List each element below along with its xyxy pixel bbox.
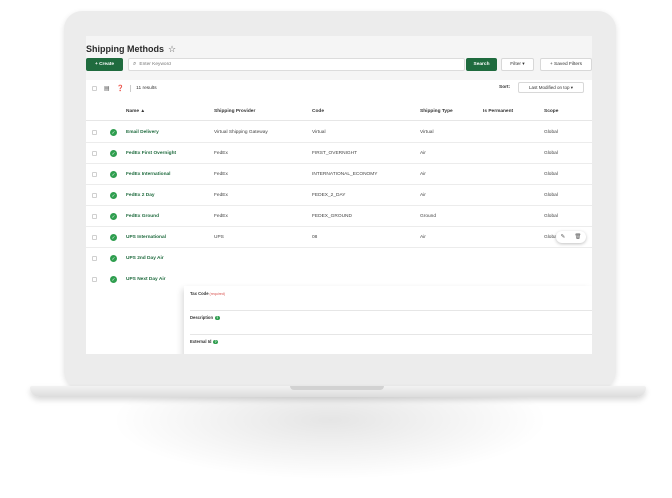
external-id-label-text: External Id: [190, 339, 212, 344]
row-scope: Global: [544, 193, 558, 198]
star-outline-icon[interactable]: ☆: [168, 44, 176, 55]
row-code: 08: [312, 235, 318, 240]
row-code: FIRST_OVERNIGHT: [312, 151, 358, 156]
row-checkbox[interactable]: [92, 235, 97, 240]
column-header-permanent[interactable]: Is Permanent: [483, 109, 513, 114]
row-checkbox[interactable]: [92, 214, 97, 219]
row-provider: FedEx: [214, 151, 228, 156]
column-header-code[interactable]: Code: [312, 109, 324, 114]
row-name[interactable]: FedEx First Overnight: [126, 151, 176, 156]
check-circle-icon: ✓: [110, 171, 117, 178]
row-provider: FedEx: [214, 214, 228, 219]
row-checkbox[interactable]: [92, 277, 97, 282]
check-circle-icon: ✓: [110, 150, 117, 157]
row-provider: FedEx: [214, 193, 228, 198]
row-checkbox[interactable]: [92, 130, 97, 135]
tax-code-label-text: Tax Code: [190, 291, 209, 296]
row-provider: Virtual Shipping Gateway: [214, 130, 268, 135]
column-header-type[interactable]: Shipping Type: [420, 109, 453, 114]
column-header-scope[interactable]: Scope: [544, 109, 558, 114]
row-scope: Global: [544, 151, 558, 156]
table-row[interactable]: ✓ FedEx 2 Day FedEx FEDEX_2_DAY Air Glob…: [86, 185, 592, 206]
description-label: Description?: [190, 315, 220, 321]
tax-code-label: Tax Code(required): [190, 291, 225, 296]
check-circle-icon: ✓: [110, 213, 117, 220]
table-row[interactable]: ✓ FedEx International FedEx INTERNATIONA…: [86, 164, 592, 185]
divider: [130, 84, 132, 92]
table-row[interactable]: ✓ UPS International UPS 08 Air Global ✎ …: [86, 227, 592, 248]
sort-label: Sort:: [499, 85, 511, 90]
filter-button[interactable]: Filter ▾: [501, 58, 534, 71]
page-title: Shipping Methods: [86, 44, 164, 54]
row-scope: Global: [544, 130, 558, 135]
check-circle-icon: ✓: [110, 276, 117, 283]
check-circle-icon: ✓: [110, 129, 117, 136]
table-row[interactable]: ✓ FedEx First Overnight FedEx FIRST_OVER…: [86, 143, 592, 164]
row-name[interactable]: Email Delivery: [126, 130, 159, 135]
column-header-provider[interactable]: Shipping Provider: [214, 109, 255, 114]
info-icon[interactable]: ?: [213, 339, 218, 345]
row-type: Air: [420, 151, 426, 156]
table-row[interactable]: ✓ FedEx Ground FedEx FEDEX_GROUND Ground…: [86, 206, 592, 227]
select-all-checkbox[interactable]: [92, 85, 97, 91]
saved-filters-button[interactable]: + Saved Filters: [540, 58, 592, 71]
row-checkbox[interactable]: [92, 172, 97, 177]
row-name[interactable]: UPS Next Day Air: [126, 277, 166, 282]
trash-icon[interactable]: 🗑: [574, 234, 581, 240]
toolbar: + Create ⌕ Search Filter ▾ + Saved Filte…: [86, 58, 592, 72]
description-field[interactable]: [190, 334, 592, 335]
sort-select[interactable]: Last Modified on top ▾: [518, 82, 584, 93]
row-type: Air: [420, 193, 426, 198]
info-icon[interactable]: ?: [215, 315, 220, 321]
summary-row: ▤ ❓ 11 results Sort: Last Modified on to…: [86, 80, 592, 96]
row-name[interactable]: FedEx 2 Day: [126, 193, 155, 198]
row-name[interactable]: UPS International: [126, 235, 166, 240]
detail-panel: Tax Code(required) Description? External…: [184, 286, 592, 354]
row-code: FEDEX_GROUND: [312, 214, 352, 219]
row-scope: Global: [544, 214, 558, 219]
pencil-icon[interactable]: ✎: [561, 234, 566, 240]
row-type: Virtual: [420, 130, 434, 135]
column-header-name[interactable]: Name ▲: [126, 109, 145, 114]
search-box[interactable]: ⌕: [128, 58, 465, 71]
row-code: Virtual: [312, 130, 326, 135]
tax-code-field[interactable]: [190, 310, 592, 311]
search-button[interactable]: Search: [466, 58, 497, 71]
laptop-notch: [290, 386, 384, 390]
row-code: INTERNATIONAL_ECONOMY: [312, 172, 378, 177]
row-provider: UPS: [214, 235, 224, 240]
row-name[interactable]: FedEx Ground: [126, 214, 159, 219]
row-type: Ground: [420, 214, 436, 219]
help-icon[interactable]: ❓: [117, 85, 124, 92]
row-code: FEDEX_2_DAY: [312, 193, 346, 198]
description-label-text: Description: [190, 315, 214, 320]
table-header: Name ▲ Shipping Provider Code Shipping T…: [86, 102, 592, 121]
row-provider: FedEx: [214, 172, 228, 177]
row-checkbox[interactable]: [92, 193, 97, 198]
required-marker: (required): [209, 292, 226, 296]
results-count: 11 results: [136, 85, 157, 91]
export-icon[interactable]: ▤: [104, 85, 110, 92]
table-row[interactable]: ✓ UPS 2nd Day Air: [86, 248, 592, 269]
title-row: Shipping Methods ☆: [86, 42, 176, 56]
create-button[interactable]: + Create: [86, 58, 123, 71]
row-type: Air: [420, 172, 426, 177]
row-checkbox[interactable]: [92, 256, 97, 261]
search-input[interactable]: [139, 62, 440, 67]
row-scope: Global: [544, 172, 558, 177]
app-screen: Shipping Methods ☆ + Create ⌕ Search Fil…: [86, 36, 592, 354]
check-circle-icon: ✓: [110, 192, 117, 199]
search-icon: ⌕: [133, 61, 137, 67]
results-table: ▤ ❓ 11 results Sort: Last Modified on to…: [86, 80, 592, 354]
row-name[interactable]: FedEx International: [126, 172, 171, 177]
row-name[interactable]: UPS 2nd Day Air: [126, 256, 164, 261]
row-checkbox[interactable]: [92, 151, 97, 156]
row-actions: ✎ 🗑: [556, 231, 586, 243]
table-row[interactable]: ✓ Email Delivery Virtual Shipping Gatewa…: [86, 122, 592, 143]
check-circle-icon: ✓: [110, 255, 117, 262]
row-type: Air: [420, 235, 426, 240]
external-id-label: External Id?: [190, 339, 218, 345]
check-circle-icon: ✓: [110, 234, 117, 241]
